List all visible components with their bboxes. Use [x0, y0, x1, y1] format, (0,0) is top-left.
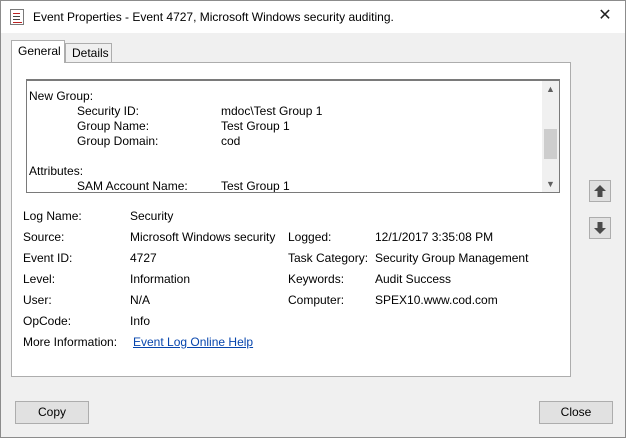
description-line: SAM Account Name: Test Group 1	[77, 179, 290, 193]
event-properties-window: Event Properties - Event 4727, Microsoft…	[0, 0, 626, 438]
event-id-value: 4727	[130, 251, 157, 265]
description-line: Security ID: mdoc\Test Group 1	[77, 104, 323, 118]
scroll-up-icon[interactable]: ▲	[542, 81, 559, 98]
keywords-value: Audit Success	[375, 272, 452, 286]
tab-general[interactable]: General	[11, 40, 65, 63]
event-document-icon	[10, 9, 24, 25]
copy-button[interactable]: Copy	[15, 401, 89, 424]
event-id-label: Event ID:	[23, 251, 73, 265]
description-line: Group Name: Test Group 1	[77, 119, 290, 133]
next-event-button[interactable]	[589, 217, 611, 239]
close-button[interactable]: Close	[539, 401, 613, 424]
scroll-down-icon[interactable]: ▼	[542, 176, 559, 192]
source-value: Microsoft Windows security	[130, 230, 276, 244]
scroll-thumb[interactable]	[544, 129, 557, 159]
event-description-box[interactable]: New Group: Security ID: mdoc\Test Group …	[26, 79, 560, 193]
computer-label: Computer:	[288, 293, 345, 307]
tab-details[interactable]: Details	[65, 43, 112, 63]
opcode-label: OpCode:	[23, 314, 72, 328]
description-line	[29, 149, 539, 164]
description-line: New Group:	[29, 89, 94, 103]
user-label: User:	[23, 293, 52, 307]
arrow-down-icon	[594, 222, 606, 234]
description-text: New Group: Security ID: mdoc\Test Group …	[29, 89, 539, 193]
general-panel: New Group: Security ID: mdoc\Test Group …	[11, 62, 571, 377]
opcode-value: Info	[130, 314, 151, 328]
computer-value: SPEX10.www.cod.com	[375, 293, 498, 307]
description-line: Attributes:	[29, 164, 84, 178]
event-log-online-help-link[interactable]: Event Log Online Help	[133, 335, 253, 350]
more-information-label: More Information:	[23, 335, 118, 349]
arrow-up-icon	[594, 185, 606, 197]
title-bar: Event Properties - Event 4727, Microsoft…	[1, 1, 625, 33]
window-title: Event Properties - Event 4727, Microsoft…	[33, 10, 394, 24]
logged-label: Logged:	[288, 230, 332, 244]
previous-event-button[interactable]	[589, 180, 611, 202]
logged-value: 12/1/2017 3:35:08 PM	[375, 230, 494, 244]
description-line: Group Domain: cod	[77, 134, 241, 148]
task-category-label: Task Category:	[288, 251, 369, 265]
user-value: N/A	[130, 293, 151, 307]
log-name-label: Log Name:	[23, 209, 82, 223]
level-label: Level:	[23, 272, 56, 286]
level-value: Information	[130, 272, 191, 286]
log-name-value: Security	[130, 209, 174, 223]
task-category-value: Security Group Management	[375, 251, 529, 265]
close-icon[interactable]: ✕	[585, 1, 625, 31]
source-label: Source:	[23, 230, 65, 244]
description-scrollbar[interactable]: ▲ ▼	[542, 81, 559, 192]
keywords-label: Keywords:	[288, 272, 345, 286]
